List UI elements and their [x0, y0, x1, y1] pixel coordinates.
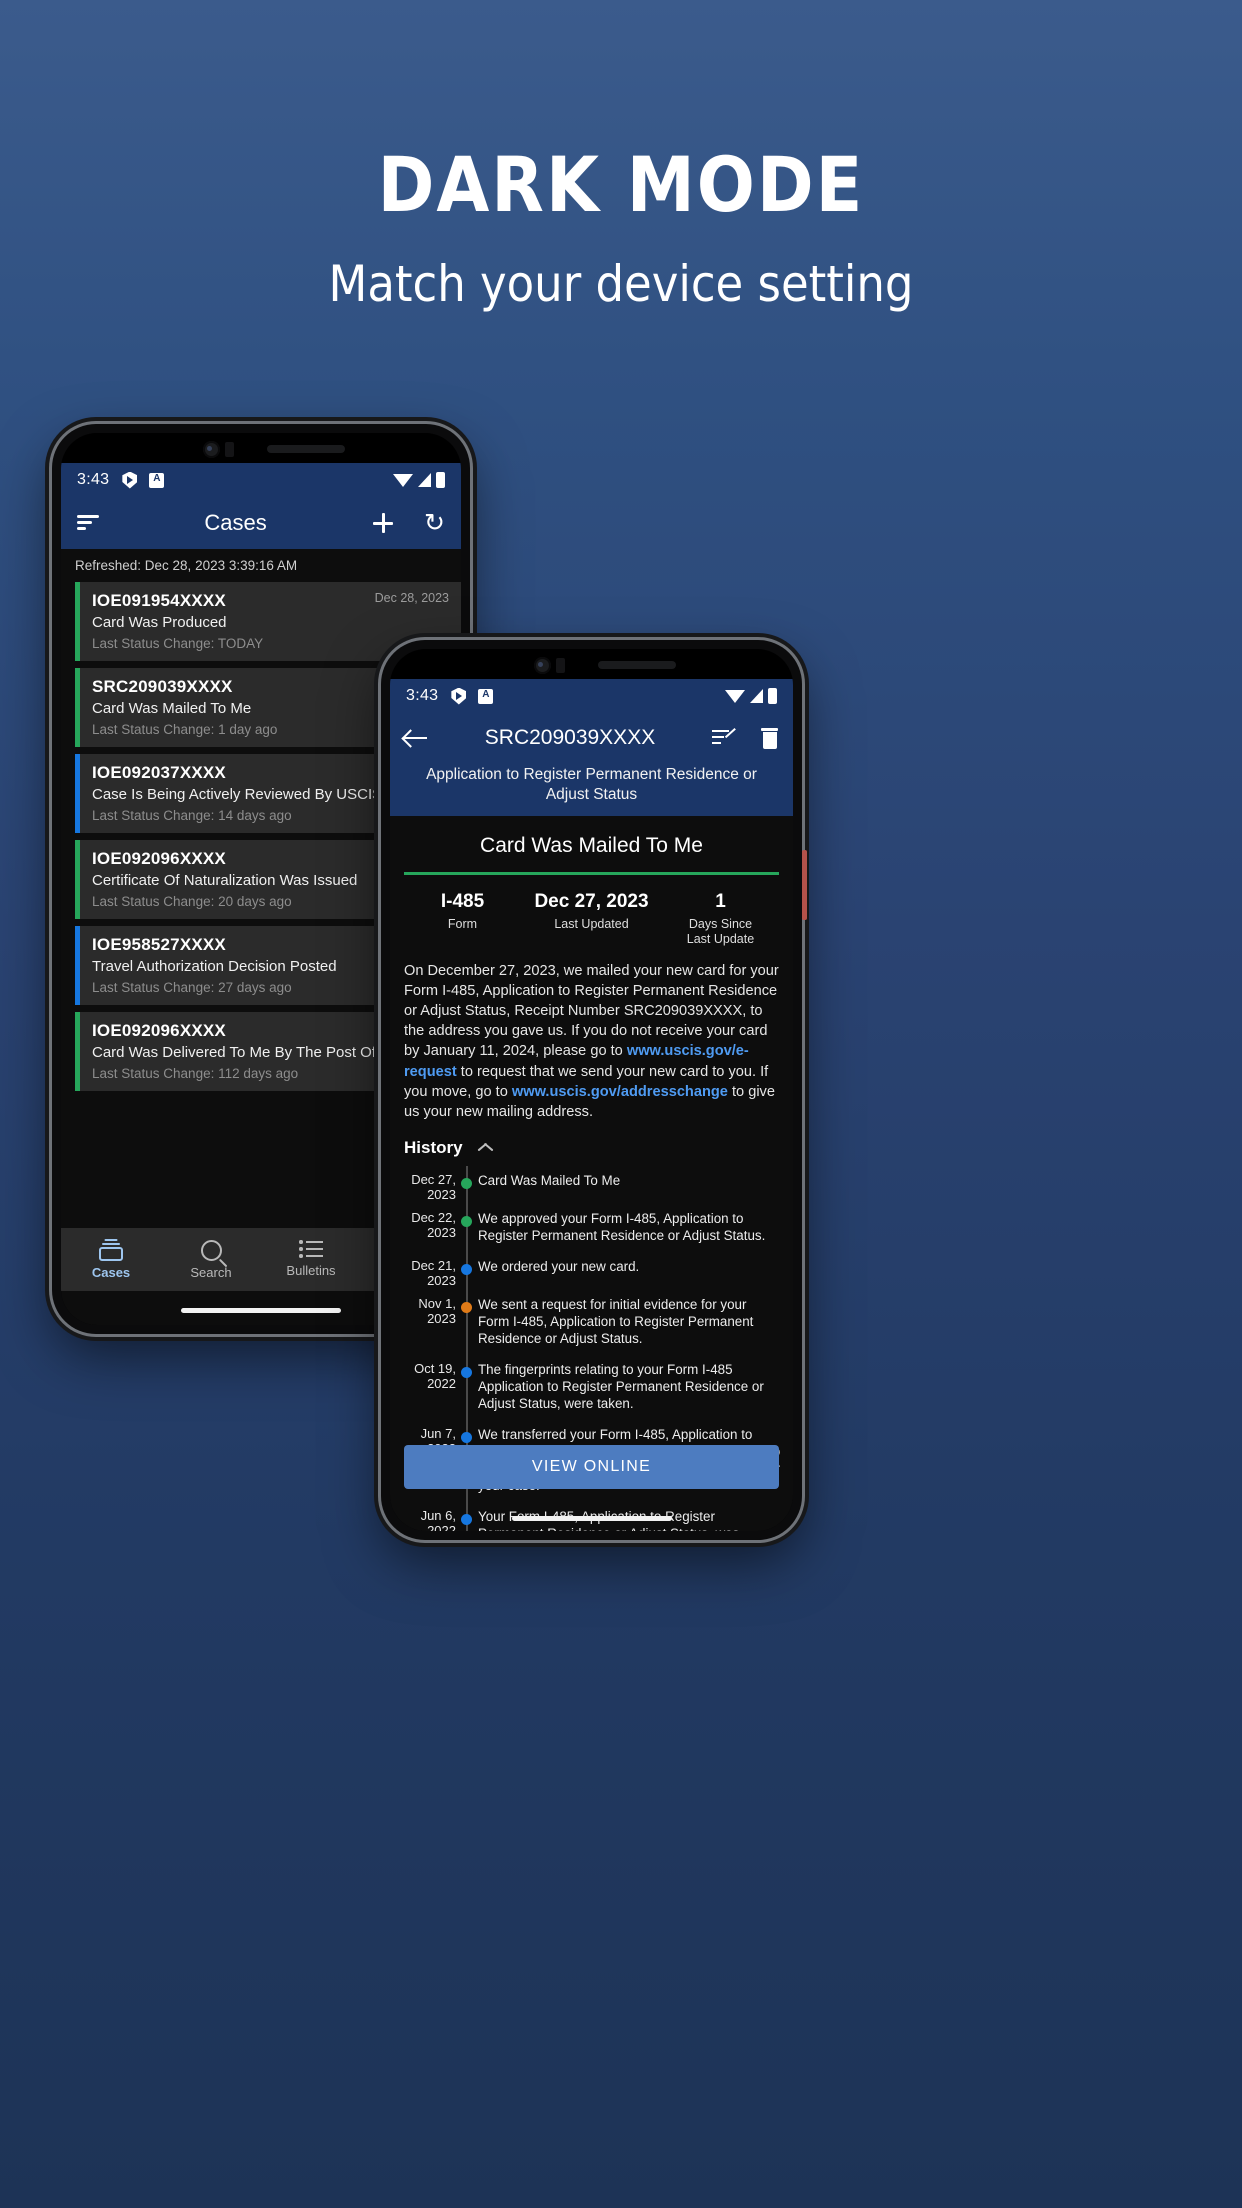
promo-subtitle: Match your device setting	[328, 255, 914, 313]
edit-note-icon[interactable]	[712, 728, 736, 748]
page-title: Cases	[204, 510, 267, 535]
earpiece-speaker	[267, 445, 345, 453]
history-date: Dec 22, 2023	[411, 1209, 456, 1241]
chevron-up-icon[interactable]	[477, 1143, 494, 1153]
cases-icon	[99, 1239, 123, 1261]
timeline-dot	[461, 1177, 472, 1189]
history-date: Nov 1, 2023	[418, 1295, 456, 1327]
view-online-button[interactable]: VIEW ONLINE	[404, 1445, 779, 1489]
timeline-dot	[461, 1432, 472, 1444]
metric-label: Last Updated	[554, 916, 629, 931]
history-text: We ordered your new card.	[478, 1258, 640, 1274]
sensor-icon	[555, 658, 565, 673]
cell-signal-icon	[750, 689, 763, 703]
metric-days-since: 1 Days Since Last Update	[656, 891, 785, 947]
refresh-icon[interactable]: ↻	[424, 511, 445, 536]
history-date: Dec 21, 2023	[411, 1257, 456, 1289]
case-last-change: Last Status Change: TODAY	[92, 636, 264, 651]
addresschange-link[interactable]: www.uscis.gov/addresschange	[512, 1084, 728, 1100]
sensor-icon	[225, 442, 234, 457]
search-icon	[200, 1239, 222, 1261]
refreshed-timestamp: Refreshed: Dec 28, 2023 3:39:16 AM	[61, 549, 461, 582]
nav-item-bulletins[interactable]: Bulletins	[261, 1228, 361, 1291]
history-date: Jun 6, 2022	[420, 1508, 456, 1531]
phone-right-screen-frame: 3:43 A SRC209039XXXX Application to Regi…	[390, 649, 793, 1531]
metric-value: Dec 27, 2023	[534, 890, 649, 912]
metric-value: 1	[715, 890, 726, 912]
timeline-dot	[461, 1514, 472, 1526]
promo-header: DARK MODE Match your device setting	[0, 0, 1242, 313]
phone-right-device: 3:43 A SRC209039XXXX Application to Regi…	[381, 640, 807, 1540]
metric-value: I-485	[440, 890, 485, 912]
list-item: Dec 22, 2023 We approved your Form I-485…	[404, 1203, 781, 1252]
add-case-icon[interactable]	[372, 512, 394, 534]
timeline-dot	[461, 1263, 472, 1275]
nav-item-search[interactable]: Search	[161, 1228, 261, 1291]
list-item: Oct 19, 2022 The fingerprints relating t…	[404, 1354, 781, 1421]
metric-label: Days Since Last Update	[686, 916, 755, 946]
back-arrow-icon[interactable]	[404, 729, 428, 747]
case-status-heading: Card Was Mailed To Me	[480, 833, 703, 857]
status-bar-left: 3:43 A	[61, 463, 461, 497]
case-receipt-number: IOE091954XXXX	[92, 591, 226, 610]
earpiece-speaker	[597, 661, 676, 669]
status-time: 3:43	[77, 471, 110, 488]
status-time: 3:43	[406, 687, 439, 704]
history-date: Dec 27, 2023	[411, 1171, 456, 1203]
front-camera-icon	[203, 441, 220, 458]
nav-label: Cases	[91, 1265, 131, 1280]
a-badge-icon: A	[149, 472, 165, 488]
metric-label: Form	[447, 916, 478, 931]
battery-icon	[436, 472, 445, 488]
home-indicator[interactable]	[511, 1516, 672, 1521]
detail-subtitle: Application to Register Permanent Reside…	[426, 766, 757, 804]
trash-icon[interactable]	[760, 727, 779, 749]
case-status: Card Was Produced	[92, 614, 227, 631]
nav-label: Bulletins	[286, 1263, 336, 1278]
case-detail-screen: 3:43 A SRC209039XXXX Application to Regi…	[390, 649, 793, 1531]
detail-title: SRC209039XXXX	[484, 726, 656, 749]
power-button[interactable]	[802, 850, 807, 920]
timeline-dot	[461, 1366, 472, 1378]
front-camera-icon	[533, 657, 551, 674]
list-item: Nov 1, 2023 We sent a request for initia…	[404, 1289, 781, 1355]
a-badge-icon: A	[478, 688, 494, 704]
status-bar-right: 3:43 A	[390, 679, 793, 713]
history-title: History	[404, 1137, 463, 1157]
wifi-icon	[393, 473, 413, 487]
cell-signal-icon	[418, 473, 431, 487]
timeline-dot	[461, 1215, 472, 1227]
shield-play-icon	[451, 687, 467, 705]
case-description: On December 27, 2023, we mailed your new…	[390, 961, 793, 1132]
list-item: Dec 27, 2023 Card Was Mailed To Me	[404, 1165, 781, 1204]
history-text: Card Was Mailed To Me	[478, 1172, 621, 1188]
bulletins-list-icon	[299, 1240, 323, 1259]
history-date: Oct 19, 2022	[414, 1360, 456, 1392]
device-notch-left	[61, 433, 461, 463]
metrics-row: I-485 Form Dec 27, 2023 Last Updated 1 D…	[390, 875, 793, 961]
sort-lines-icon[interactable]	[77, 515, 99, 531]
history-text: We sent a request for initial evidence f…	[478, 1296, 754, 1346]
device-notch-right	[390, 649, 793, 679]
promo-title: DARK MODE	[377, 140, 865, 229]
history-text: The fingerprints relating to your Form I…	[478, 1361, 764, 1412]
detail-app-bar: SRC209039XXXX Application to Register Pe…	[390, 713, 793, 816]
history-text: We approved your Form I-485, Application…	[478, 1210, 766, 1243]
battery-icon	[768, 688, 777, 704]
wifi-icon	[725, 689, 745, 703]
cases-app-bar: Cases ↻	[61, 497, 461, 549]
timeline-dot	[461, 1301, 472, 1313]
shield-play-icon	[122, 471, 138, 489]
home-indicator[interactable]	[181, 1308, 341, 1313]
history-header[interactable]: History	[390, 1132, 793, 1166]
list-item: Dec 21, 2023 We ordered your new card.	[404, 1251, 781, 1290]
metric-last-updated: Dec 27, 2023 Last Updated	[527, 891, 656, 947]
nav-item-cases[interactable]: Cases	[61, 1228, 161, 1291]
metric-form: I-485 Form	[398, 891, 527, 947]
